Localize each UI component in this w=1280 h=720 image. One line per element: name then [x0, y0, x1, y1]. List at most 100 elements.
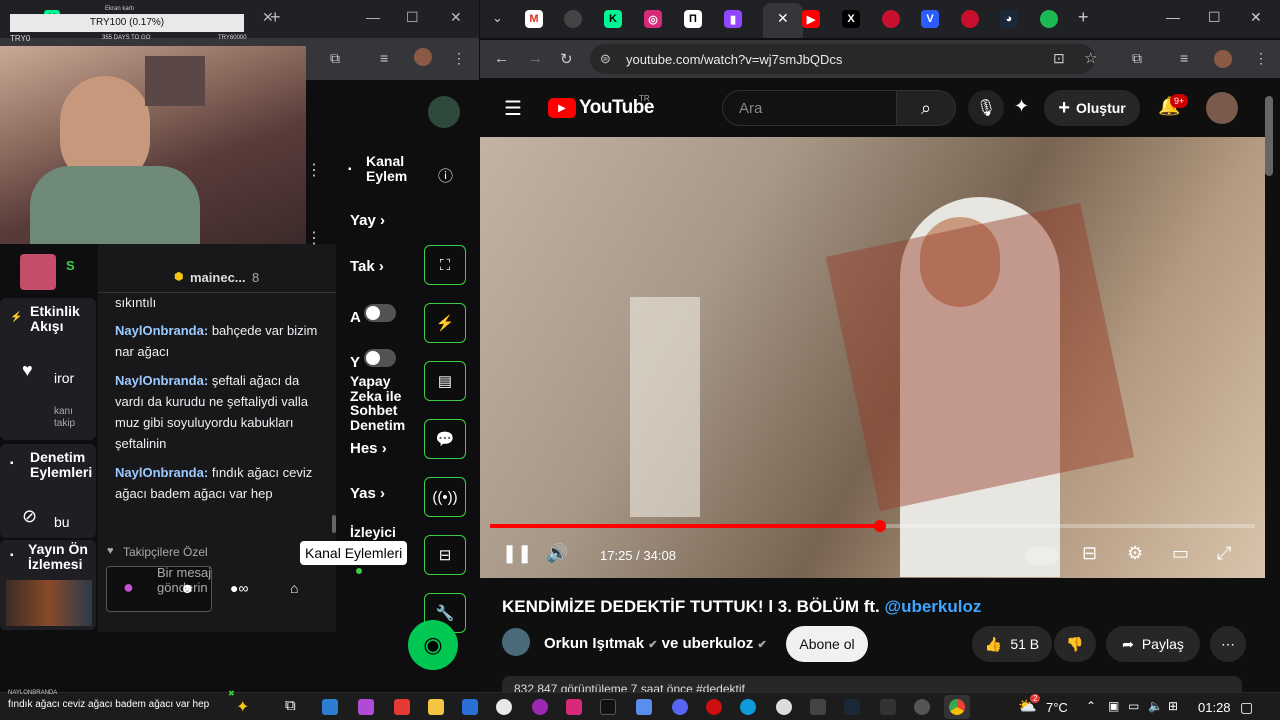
instagram-icon[interactable] [566, 699, 582, 715]
chat-username[interactable]: NaylOnbranda: [115, 465, 208, 480]
channel-avatar[interactable] [428, 96, 460, 128]
emote-icon[interactable]: ☻ [180, 580, 195, 596]
store-icon[interactable]: ⌂ [290, 580, 298, 596]
tray-chevron-up-icon[interactable]: ⌃ [1086, 699, 1096, 713]
new-tab-icon[interactable]: + [270, 7, 281, 28]
chat-scrollbar[interactable] [332, 515, 336, 533]
voice-search-button[interactable]: 🎙 [968, 90, 1004, 126]
clip-button[interactable]: ⛶ [424, 245, 466, 285]
broadcast-button[interactable]: ((•)) [424, 477, 466, 517]
extensions-icon[interactable]: ⧉ [330, 50, 340, 67]
share-button[interactable]: ➦ Paylaş [1106, 626, 1200, 662]
more-actions-button[interactable]: ⋯ [1210, 626, 1246, 662]
page-scrollbar[interactable] [1265, 96, 1273, 176]
youtube-tab-icon[interactable]: ▶ [802, 10, 820, 28]
clock[interactable]: 01:28 [1198, 700, 1231, 715]
theater-mode-icon[interactable]: ▭ [1172, 543, 1189, 564]
microphone-icon[interactable]: ● [123, 577, 134, 598]
spotify-tab-icon[interactable] [1040, 10, 1058, 28]
channel-action-item[interactable]: Tak › [350, 258, 422, 275]
settings-gear-icon[interactable]: ⚙ [1127, 543, 1143, 564]
channel-name[interactable]: Orkun Işıtmak [544, 635, 644, 652]
description-box[interactable]: 832.847 görüntüleme 7 saat önce #dedekti… [502, 676, 1242, 692]
media-icon[interactable]: ≡ [1180, 50, 1188, 66]
fullscreen-icon[interactable]: ⤢ [1217, 543, 1231, 564]
quick-action-button[interactable]: ⚡ [424, 303, 466, 343]
app-icon[interactable] [914, 699, 930, 715]
speaker-icon[interactable]: 🔈 [1148, 699, 1163, 713]
ai-sparkle-icon[interactable]: ✦ [1014, 96, 1029, 117]
app-icon[interactable] [810, 699, 826, 715]
chat-button[interactable]: 💬 [424, 419, 466, 459]
tray-app-icon[interactable]: ▣ [1108, 699, 1119, 713]
search-taskbar-icon[interactable] [496, 699, 512, 715]
profile-avatar[interactable] [1214, 50, 1232, 68]
gmail-tab-icon[interactable]: M [525, 10, 543, 28]
media-icon[interactable]: ≡ [380, 50, 388, 66]
search-button[interactable]: ⌕ [896, 90, 956, 126]
bits-icon[interactable]: ●∞ [230, 580, 248, 596]
menu-icon[interactable]: ⋮ [1254, 50, 1268, 67]
extensions-icon[interactable]: ⧉ [1132, 50, 1142, 67]
url-text[interactable]: youtube.com/watch?v=wj7smJbQDcs [626, 52, 842, 67]
site-info-icon[interactable]: ⊜ [600, 51, 611, 67]
subtitles-icon[interactable]: ⊟ [1082, 543, 1097, 564]
like-button[interactable]: 👍 51 B [972, 626, 1052, 662]
autoplay-toggle[interactable] [1025, 547, 1059, 565]
account-avatar[interactable] [1206, 92, 1238, 124]
channel-action-item[interactable]: Yas › [350, 485, 422, 502]
menu-icon[interactable]: ⋮ [452, 50, 466, 67]
install-app-icon[interactable]: ⊡ [1053, 50, 1065, 67]
info-icon[interactable]: ⓘ [438, 165, 453, 186]
sparkle-icon[interactable]: ✦ [236, 697, 249, 717]
close-window-icon[interactable]: ✕ [450, 9, 462, 26]
app-icon[interactable] [462, 699, 478, 715]
maximize-icon[interactable]: ☐ [1208, 9, 1221, 26]
hamburger-menu-icon[interactable]: ☰ [504, 96, 522, 121]
new-tab-icon[interactable]: + [1078, 7, 1089, 28]
forward-icon[interactable]: → [528, 50, 543, 67]
tab-icon[interactable]: П [684, 10, 702, 28]
app-icon[interactable] [880, 699, 896, 715]
tray-app-icon[interactable]: ⊞ [1168, 699, 1178, 713]
video-title-mention[interactable]: @uberkuloz [885, 597, 982, 616]
tab-close-icon[interactable]: ✕ [777, 10, 789, 27]
desktop-app-icon[interactable] [322, 699, 338, 715]
edge-icon[interactable] [740, 699, 756, 715]
dislike-button[interactable]: 👎 [1054, 626, 1096, 662]
app-icon[interactable] [358, 699, 374, 715]
channel-name-second[interactable]: ve uberkuloz [662, 635, 754, 652]
app-icon[interactable] [394, 699, 410, 715]
chat-more-icon[interactable]: ⋮ [306, 228, 322, 248]
task-view-icon[interactable]: ⧉ [285, 697, 296, 714]
channel-avatar[interactable] [502, 628, 530, 656]
app-icon[interactable] [532, 699, 548, 715]
tiktok-icon[interactable] [600, 699, 616, 715]
minimize-icon[interactable]: — [366, 9, 380, 25]
notification-center-icon[interactable]: ▢ [1240, 699, 1253, 716]
instagram-tab-icon[interactable]: ◎ [644, 10, 662, 28]
tab-icon[interactable] [961, 10, 979, 28]
kick-tab-icon[interactable]: K [604, 10, 622, 28]
progress-scrubber[interactable] [874, 520, 886, 532]
search-input[interactable]: Ara [722, 90, 897, 126]
stream-preview-thumbnail[interactable] [6, 580, 92, 626]
steam-icon[interactable] [844, 699, 860, 715]
channel-action-item[interactable]: Yay › [350, 212, 422, 229]
steam-tab-icon[interactable]: ◕ [1000, 10, 1018, 28]
obs-icon[interactable] [776, 699, 792, 715]
channel-actions-button[interactable]: ⊟ [424, 535, 466, 575]
tab-icon[interactable]: V [921, 10, 939, 28]
opera-icon[interactable] [706, 699, 722, 715]
minimize-icon[interactable]: — [1166, 9, 1180, 25]
chat-username[interactable]: NaylOnbranda: [115, 373, 208, 388]
tab-icon[interactable] [882, 10, 900, 28]
app-icon[interactable] [636, 699, 652, 715]
pause-icon[interactable]: ❚❚ [502, 543, 532, 564]
maximize-icon[interactable]: ☐ [406, 9, 419, 26]
chat-input[interactable]: ● Bir mesaj gönderin [106, 565, 212, 612]
subscribe-button[interactable]: Abone ol [786, 626, 868, 662]
headset-icon[interactable]: ◉ [408, 620, 458, 670]
close-notification-icon[interactable]: ✖ [228, 689, 235, 698]
notes-button[interactable]: ▤ [424, 361, 466, 401]
